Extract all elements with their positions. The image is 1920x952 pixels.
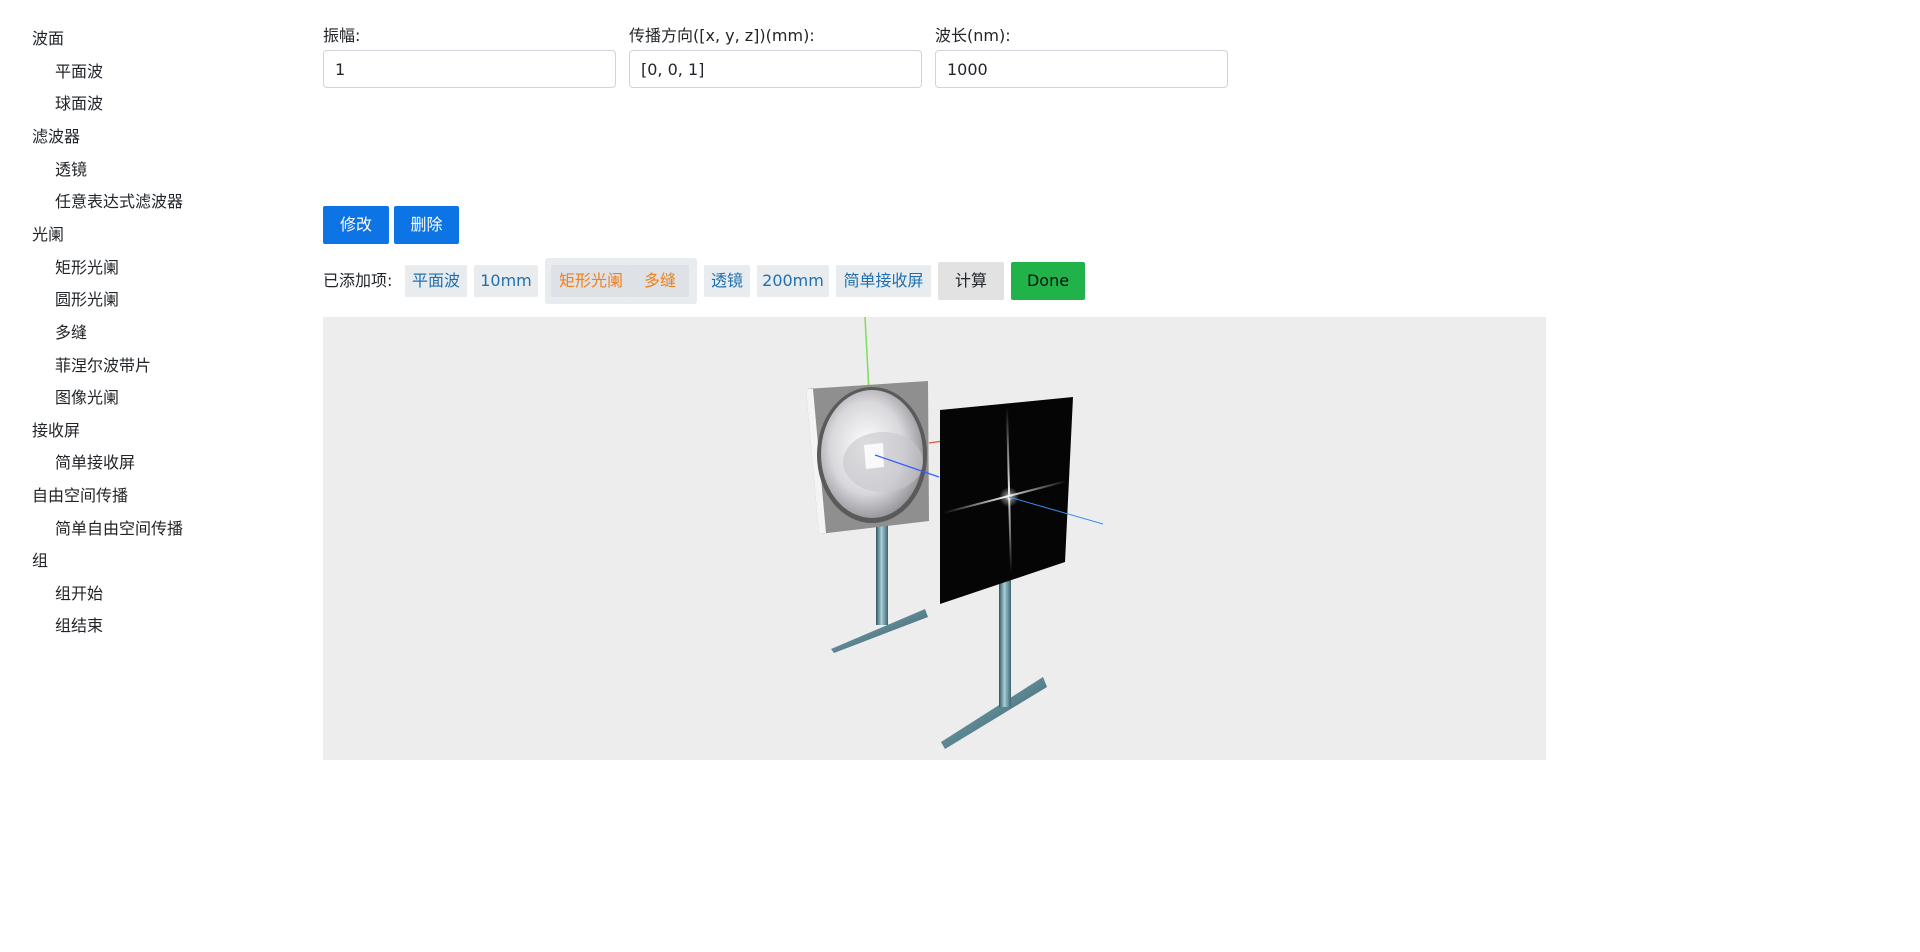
lens-stand-pole (876, 517, 888, 625)
added-chip-rect-aperture[interactable]: 矩形光阑 (551, 265, 631, 297)
added-chip-focal[interactable]: 200mm (757, 265, 829, 297)
calculate-button[interactable]: 计算 (938, 262, 1004, 300)
added-chip-screen[interactable]: 简单接收屏 (836, 265, 931, 297)
screen-stand-pole (999, 572, 1011, 707)
sidebar-item-simple-free-space[interactable]: 简单自由空间传播 (55, 517, 183, 541)
sidebar-item-spherical-wave[interactable]: 球面波 (55, 92, 103, 116)
delete-button[interactable]: 删除 (394, 206, 459, 244)
wavelength-label: 波长(nm): (935, 26, 1011, 45)
added-chip-plane-wave[interactable]: 平面波 (405, 265, 467, 297)
done-button[interactable]: Done (1011, 262, 1085, 300)
category-filter: 滤波器 (32, 127, 81, 146)
sidebar-item-multi-slit[interactable]: 多缝 (55, 321, 87, 345)
category-group: 组 (32, 551, 49, 570)
modify-button[interactable]: 修改 (323, 206, 389, 244)
added-chip-multi-slit[interactable]: 多缝 (631, 265, 689, 297)
category-wavefront: 波面 (32, 29, 65, 48)
sidebar-item-rect-aperture[interactable]: 矩形光阑 (55, 256, 119, 280)
sidebar-item-group-end[interactable]: 组结束 (55, 614, 103, 638)
category-screen: 接收屏 (32, 421, 81, 440)
screen-stand-base (941, 677, 1047, 749)
sidebar-item-circle-aperture[interactable]: 圆形光阑 (55, 288, 119, 312)
sidebar-item-fresnel-zone-plate[interactable]: 菲涅尔波带片 (55, 354, 151, 378)
category-free-space: 自由空间传播 (32, 486, 129, 505)
amplitude-input[interactable] (323, 50, 616, 88)
wavelength-input[interactable] (935, 50, 1228, 88)
direction-input[interactable] (629, 50, 922, 88)
sidebar-item-expression-filter[interactable]: 任意表达式滤波器 (55, 190, 183, 214)
y-axis-line (864, 317, 870, 393)
category-aperture: 光阑 (32, 225, 65, 244)
sidebar-item-image-aperture[interactable]: 图像光阑 (55, 386, 119, 410)
amplitude-label: 振幅: (323, 26, 361, 45)
3d-scene (806, 317, 1104, 749)
sidebar-item-group-start[interactable]: 组开始 (55, 582, 103, 606)
added-chip-distance[interactable]: 10mm (474, 265, 538, 297)
direction-label: 传播方向([x, y, z])(mm): (629, 26, 815, 45)
added-items-label: 已添加项: (323, 271, 393, 290)
sidebar-item-plane-wave[interactable]: 平面波 (55, 60, 103, 84)
component-sidebar: 波面 平面波 球面波 滤波器 透镜 任意表达式滤波器 光阑 矩形光阑 圆形光阑 … (0, 0, 300, 952)
sidebar-item-lens[interactable]: 透镜 (55, 158, 87, 182)
sidebar-item-simple-screen[interactable]: 简单接收屏 (55, 451, 135, 475)
added-chip-lens[interactable]: 透镜 (704, 265, 750, 297)
3d-viewport[interactable] (323, 317, 1546, 760)
